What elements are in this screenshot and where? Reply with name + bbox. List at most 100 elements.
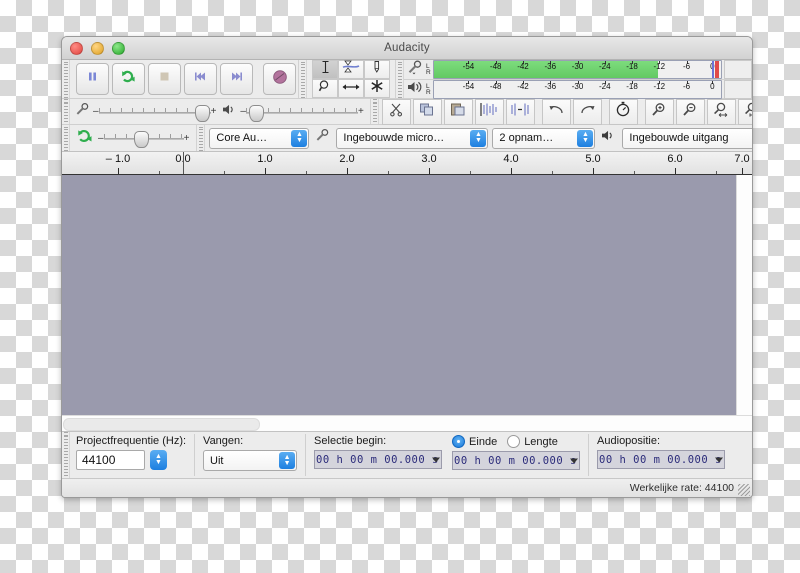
playback-meter-bar[interactable]: -54 -48 -42 -36 -30 -24 -18 -12 -6 0 [433,80,722,99]
asterisk-icon [370,79,384,98]
audio-host-select[interactable]: Core Au… ▲ ▼ [209,127,310,149]
play-loop-icon [121,69,136,89]
playback-meter-toolbar[interactable]: L R -54 -48 -42 -36 -30 -24 -18 -12 -6 0 [404,80,752,99]
sync-lock-button[interactable] [608,98,638,125]
recording-volume-slider[interactable] [98,104,211,122]
playback-device-select[interactable]: Ingebouwde uitgang ▲▼ [622,127,752,149]
chevron-down-icon[interactable] [715,457,724,462]
zoom-in-button[interactable] [644,98,674,125]
track-canvas[interactable] [62,175,752,415]
snap-to-value: Uit [210,454,224,467]
recording-device-select[interactable]: Ingebouwde micro… ▲ ▼ [336,127,489,149]
zoom-fit-project-icon [744,102,752,122]
redo-button[interactable] [572,98,602,125]
recording-meter-scale: -54 -48 -42 -36 -30 -24 -18 -12 -6 0 [434,61,721,78]
length-radio[interactable] [507,435,521,448]
draw-tool[interactable] [364,60,390,79]
zoom-tool[interactable] [312,79,338,98]
paste-button[interactable] [443,98,473,125]
divider [305,434,307,476]
skip-start-button[interactable] [184,63,217,95]
recording-clip-indicator [715,61,719,78]
vertical-scrollbar[interactable] [736,175,752,415]
mixer-toolbar-grip[interactable] [62,99,70,124]
playback-meter-channels: L R [426,82,431,96]
selection-end-value: 00 h 00 m 00.000 s [454,454,577,467]
title-bar: Audacity [62,37,752,60]
ruler-label: 5.0 [585,153,601,165]
resize-grip[interactable] [738,484,750,496]
ruler-label: – 1.0 [105,153,131,165]
edit-toolbar-grip[interactable] [370,99,379,124]
device-toolbar-grip[interactable] [62,125,70,151]
recording-channels-select[interactable]: 2 opnam… ▲ ▼ [492,127,596,149]
timeline-ruler[interactable]: – 1.0 0.0 1.0 2.0 3.0 4.0 5.0 6.0 7.0 [62,152,752,175]
ruler-label: 2.0 [339,153,355,165]
transport-toolbar [70,60,299,98]
recording-meter-bar[interactable]: -54 -48 -42 -36 -30 -24 -18 -12 -6 0 [433,60,722,79]
stop-button[interactable] [148,63,181,95]
play-speed-slider[interactable] [103,130,184,148]
playback-meter-tail [724,80,752,99]
envelope-tool[interactable] [338,60,364,79]
chevron-updown-icon: ▲ ▼ [279,452,296,469]
selection-end-field[interactable]: 00 h 00 m 00.000 s [452,451,581,470]
trim-button[interactable] [474,98,504,125]
fit-selection-button[interactable] [706,98,736,125]
device-select-grip[interactable] [197,125,206,151]
playback-device-label: Ingebouwde uitgang [629,132,729,144]
project-rate-group: Projectfrequentie (Hz): 44100 ▲ ▼ [76,432,186,470]
pause-icon [86,70,99,88]
speed-slider-plus: + [183,132,190,144]
chevron-updown-icon: ▲ ▼ [577,129,594,147]
multi-tool[interactable] [364,79,390,98]
snap-to-select[interactable]: Uit ▲ ▼ [203,450,298,471]
selection-start-field[interactable]: 00 h 00 m 00.000 s [314,450,443,469]
timeshift-tool[interactable] [338,79,364,98]
selection-toolbar-grip[interactable] [62,432,70,478]
chevron-down-icon[interactable] [432,457,441,462]
stopwatch-icon [615,101,631,122]
chevron-updown-icon: ▲ ▼ [291,129,308,147]
device-toolbar: Core Au… ▲ ▼ Ingebouwde micro… ▲ ▼ 2 opnam… [205,125,752,151]
audio-position-field[interactable]: 00 h 00 m 00.000 s [597,450,726,469]
undo-button[interactable] [541,98,571,125]
envelope-icon [342,60,360,79]
project-rate-input[interactable]: 44100 [76,450,145,470]
cut-button[interactable] [381,98,411,125]
chevron-down-icon[interactable] [570,458,579,463]
microphone-icon [315,128,330,148]
selection-tool[interactable] [312,60,338,79]
transport-toolbar-grip[interactable] [62,60,70,98]
fit-project-button[interactable] [737,98,752,125]
end-radio[interactable] [452,435,466,448]
zoom-out-button[interactable] [675,98,705,125]
skip-to-start-icon [193,70,208,88]
undo-arrow-icon [548,102,565,121]
loop-green-icon [77,128,93,149]
horizontal-scrollbar[interactable] [62,415,752,431]
meter-toolbar-grip[interactable] [396,60,404,98]
selection-start-label: Selectie begin: [314,435,387,447]
meter-toolbars: L R -54 -48 -42 -36 -30 -24 -18 -12 -6 L… [404,60,752,99]
divider [194,434,196,476]
selection-end-group: Einde Lengte 00 h 00 m 00.000 s [452,432,581,470]
horizontal-scrollbar-thumb[interactable] [63,418,260,431]
i-beam-icon [320,60,331,79]
silence-button[interactable] [505,98,535,125]
play-speed-group: – + [70,125,198,151]
copy-button[interactable] [412,98,442,125]
skip-end-button[interactable] [220,63,253,95]
recording-device-label: Ingebouwde micro… [343,132,445,144]
playback-volume-slider[interactable] [245,104,358,122]
recording-meter-toolbar[interactable]: L R -54 -48 -42 -36 -30 -24 -18 -12 -6 [404,60,752,80]
toolbar-area: L R -54 -48 -42 -36 -30 -24 -18 -12 -6 L… [62,60,752,152]
mixer-toolbar: – + – + [70,99,371,124]
tools-toolbar-grip[interactable] [299,60,307,98]
pencil-icon [372,60,382,79]
play-button[interactable] [112,63,145,95]
pause-button[interactable] [76,63,109,95]
project-rate-stepper[interactable]: ▲ ▼ [150,450,167,470]
record-button[interactable] [263,63,296,95]
length-radio-label: Lengte [524,435,558,448]
